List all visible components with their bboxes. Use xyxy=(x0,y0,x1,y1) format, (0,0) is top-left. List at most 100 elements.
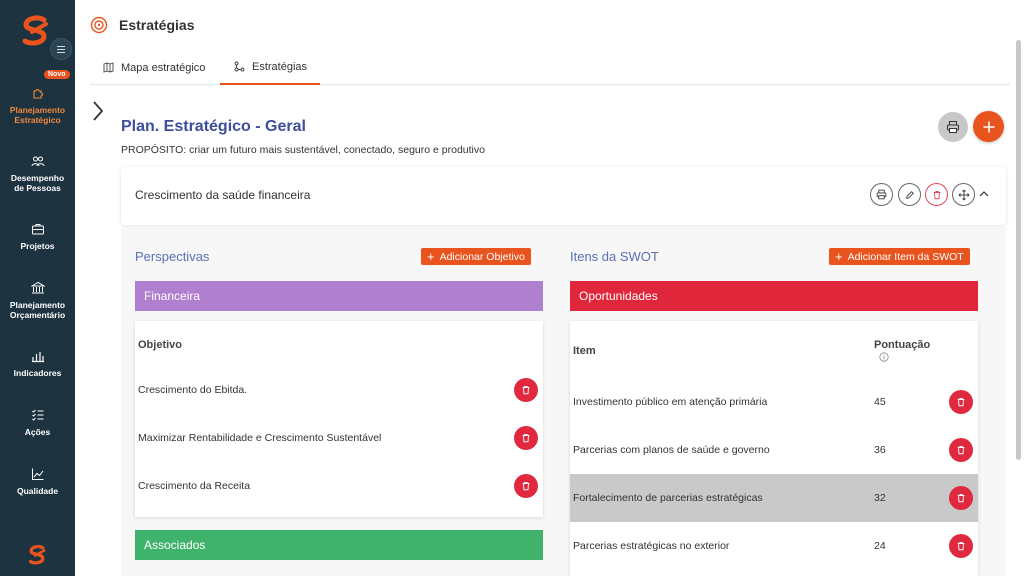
table-row: Maximizar Rentabilidade e Crescimento Su… xyxy=(135,414,543,462)
objective-name: Crescimento da Receita xyxy=(138,480,251,492)
move-strategy-button[interactable] xyxy=(952,183,975,206)
info-icon[interactable] xyxy=(879,352,889,362)
sidebar-item-qualidade[interactable]: Qualidade xyxy=(0,467,75,496)
bar-chart-icon xyxy=(31,352,44,363)
strategy-details: Perspectivas + Adicionar Objetivo Financ… xyxy=(121,227,1006,576)
swot-group-name: Oportunidades xyxy=(579,289,658,303)
trash-icon xyxy=(957,446,965,455)
sidebar-item-acoes[interactable]: Ações xyxy=(0,408,75,437)
trash-icon xyxy=(957,542,965,551)
plan-purpose: PROPÓSITO: criar um futuro mais sustentá… xyxy=(121,144,485,156)
add-swot-item-button[interactable]: + Adicionar Item da SWOT xyxy=(829,248,970,265)
sidebar-item-label: Orçamentário xyxy=(9,310,66,320)
add-swot-item-label: Adicionar Item da SWOT xyxy=(847,250,964,263)
perspectives-title: Perspectivas xyxy=(135,249,210,264)
column-header-pontuacao: Pontuação xyxy=(874,339,931,351)
hierarchy-icon xyxy=(234,61,245,72)
swot-item-name: Parcerias com planos de saúde e governo xyxy=(573,444,770,456)
tab-label: Estratégias xyxy=(252,60,308,73)
strategy-name: Crescimento da saúde financeira xyxy=(135,188,311,202)
page-scrollbar[interactable] xyxy=(1016,40,1021,460)
plus-icon xyxy=(983,121,994,132)
page-title: Estratégias xyxy=(119,17,195,33)
hamburger-icon xyxy=(57,48,65,50)
swot-item-score: 36 xyxy=(874,444,886,456)
brand-footer-logo-icon xyxy=(28,544,46,565)
sidebar-item-planejamento-estrategico[interactable]: Planejamento Estratégico xyxy=(0,86,75,125)
table-row: Parcerias com planos de saúde e governo … xyxy=(570,426,978,474)
swot-item-score: 32 xyxy=(874,492,886,504)
print-plan-button[interactable] xyxy=(938,112,968,142)
map-icon xyxy=(103,62,114,73)
sidebar-item-planejamento-orcamentario[interactable]: Planejamento Orçamentário xyxy=(0,281,75,320)
menu-toggle-button[interactable] xyxy=(50,38,72,60)
plan-title: Plan. Estratégico - Geral xyxy=(121,118,306,135)
sidebar-item-label: Indicadores xyxy=(13,368,62,378)
tab-label: Mapa estratégico xyxy=(121,61,206,74)
add-strategy-button[interactable] xyxy=(973,111,1004,142)
trash-icon xyxy=(933,190,940,199)
plus-icon: + xyxy=(427,248,435,264)
objective-name: Maximizar Rentabilidade e Crescimento Su… xyxy=(138,432,382,444)
edit-strategy-button[interactable] xyxy=(898,183,921,206)
sidebar-item-label: de Pessoas xyxy=(14,183,61,193)
table-row: Fortalecimento de parcerias estratégicas… xyxy=(570,474,978,522)
perspective-name: Associados xyxy=(144,538,206,552)
brand-logo-icon[interactable] xyxy=(18,14,52,48)
delete-swot-item-button[interactable] xyxy=(949,534,973,558)
swot-band-oportunidades[interactable]: Oportunidades xyxy=(570,281,978,311)
trash-icon xyxy=(957,494,965,503)
delete-objective-button[interactable] xyxy=(514,426,538,450)
printer-icon xyxy=(876,189,887,200)
sidebar-item-label: Estratégico xyxy=(14,115,61,125)
trash-icon xyxy=(522,386,530,395)
perspective-band-associados[interactable]: Associados xyxy=(135,530,543,560)
table-row: Investimento público em atenção primária… xyxy=(570,378,978,426)
pencil-icon xyxy=(905,190,914,199)
add-objective-button[interactable]: + Adicionar Objetivo xyxy=(421,248,531,265)
sidebar: Novo Planejamento Estratégico Desempenho… xyxy=(0,0,75,576)
delete-objective-button[interactable] xyxy=(514,378,538,402)
trash-icon xyxy=(957,398,965,407)
column-header-objetivo: Objetivo xyxy=(138,339,183,351)
perspective-name: Financeira xyxy=(144,289,201,303)
swot-item-name: Parcerias estratégicas no exterior xyxy=(573,540,730,552)
delete-swot-item-button[interactable] xyxy=(949,438,973,462)
bank-icon xyxy=(30,281,45,294)
sidebar-item-label: Planejamento xyxy=(9,105,66,115)
delete-strategy-button[interactable] xyxy=(925,183,948,206)
tab-bar: Mapa estratégico Estratégias xyxy=(90,50,1010,85)
objectives-table: Objetivo Crescimento do Ebitda. Maximiza… xyxy=(135,321,543,517)
plus-icon: + xyxy=(835,248,843,264)
sidebar-item-label: Ações xyxy=(24,427,51,437)
new-badge: Novo xyxy=(44,70,70,79)
tab-mapa-estrategico[interactable]: Mapa estratégico xyxy=(103,50,205,85)
strategy-card: Crescimento da saúde financeira xyxy=(121,167,1006,225)
print-strategy-button[interactable] xyxy=(870,183,893,206)
puzzle-icon xyxy=(32,89,43,99)
sidebar-item-desempenho-de-pessoas[interactable]: Desempenho de Pessoas xyxy=(0,154,75,193)
chevron-up-icon[interactable] xyxy=(978,189,990,199)
line-chart-icon xyxy=(31,468,43,480)
swot-table: Item Pontuação Investimento público em a… xyxy=(570,321,978,576)
tab-estrategias[interactable]: Estratégias xyxy=(220,50,320,85)
people-icon xyxy=(31,156,44,167)
briefcase-icon xyxy=(31,224,44,235)
sidebar-item-label: Qualidade xyxy=(16,486,59,496)
column-header-item: Item xyxy=(573,345,596,357)
table-row: Crescimento da Receita xyxy=(135,462,543,510)
sidebar-item-label: Planejamento xyxy=(9,300,66,310)
delete-swot-item-button[interactable] xyxy=(949,390,973,414)
swot-item-name: Investimento público em atenção primária xyxy=(573,396,768,408)
sidebar-item-indicadores[interactable]: Indicadores xyxy=(0,349,75,378)
target-icon xyxy=(90,16,108,34)
delete-swot-item-button[interactable] xyxy=(949,486,973,510)
sidebar-item-projetos[interactable]: Projetos xyxy=(0,222,75,251)
delete-objective-button[interactable] xyxy=(514,474,538,498)
swot-item-score: 24 xyxy=(874,540,886,552)
perspective-band-financeira[interactable]: Financeira xyxy=(135,281,543,311)
table-row: Parcerias estratégicas no exterior 24 xyxy=(570,522,978,570)
checklist-icon xyxy=(31,409,43,421)
chevron-right-icon[interactable] xyxy=(90,100,106,122)
sidebar-item-label: Desempenho xyxy=(10,173,65,183)
